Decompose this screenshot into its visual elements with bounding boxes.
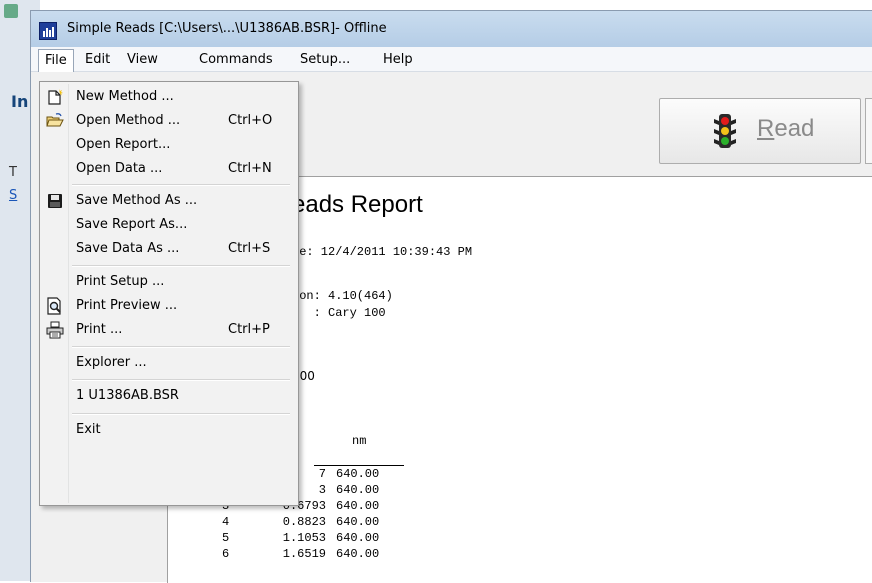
background-app-link[interactable]: S <box>9 188 17 203</box>
row-index: 5 <box>222 531 230 545</box>
menu-item-print-setup[interactable]: Print Setup ... <box>42 271 296 293</box>
new-document-icon <box>48 89 63 105</box>
menu-file[interactable]: File <box>38 49 74 72</box>
menu-separator <box>72 184 290 186</box>
background-app-text: T <box>9 165 17 180</box>
menu-item-open-report[interactable]: Open Report... <box>42 134 296 156</box>
menu-bar: File Edit View Commands Setup... Help <box>31 47 872 72</box>
menu-item-print-preview[interactable]: Print Preview ... <box>42 295 296 317</box>
menu-separator <box>72 413 290 415</box>
menu-item-explorer[interactable]: Explorer ... <box>42 352 296 374</box>
row-index: 6 <box>222 547 230 561</box>
print-preview-icon <box>47 297 61 315</box>
menu-item-save-report-as[interactable]: Save Report As... <box>42 214 296 236</box>
menu-separator <box>72 265 290 267</box>
table-header-rule <box>314 465 404 466</box>
read-button[interactable]: Read <box>659 98 861 164</box>
report-instrument: : Cary 100 <box>292 306 386 320</box>
row-wavelength: 640.00 <box>336 499 380 513</box>
menu-edit[interactable]: Edit <box>79 51 116 69</box>
row-absorbance: 0.8823 <box>282 515 326 529</box>
background-app-heading: In <box>11 92 29 111</box>
menu-item-print[interactable]: Print ... Ctrl+P <box>42 319 296 341</box>
menu-view[interactable]: View <box>121 51 164 69</box>
row-absorbance: 1.1053 <box>282 531 326 545</box>
save-disk-icon <box>48 194 62 208</box>
open-folder-icon <box>46 113 64 127</box>
menu-item-recent-file[interactable]: 1 U1386AB.BSR <box>42 385 296 407</box>
report-title: eads Report <box>292 191 423 218</box>
window-title: Simple Reads [C:\Users\...\U1386AB.BSR]-… <box>67 21 387 36</box>
menu-item-save-data-as[interactable]: Save Data As ... Ctrl+S <box>42 238 296 260</box>
menu-separator <box>72 346 290 348</box>
menu-commands[interactable]: Commands <box>193 51 279 69</box>
column-header-nm: nm <box>352 434 367 448</box>
row-wavelength: 640.00 <box>336 467 380 481</box>
menu-separator <box>72 379 290 381</box>
report-datetime: me: 12/4/2011 10:39:43 PM <box>292 245 473 259</box>
menu-setup[interactable]: Setup... <box>294 51 356 69</box>
file-menu-dropdown: New Method ... Open Method ... Ctrl+O Op… <box>39 81 299 506</box>
menu-item-save-method-as[interactable]: Save Method As ... <box>42 190 296 212</box>
row-wavelength: 640.00 <box>336 531 380 545</box>
menu-help[interactable]: Help <box>377 51 419 69</box>
printer-icon <box>46 321 64 339</box>
app-icon <box>39 22 57 40</box>
title-bar[interactable]: Simple Reads [C:\Users\...\U1386AB.BSR]-… <box>31 11 872 47</box>
next-toolbar-button[interactable] <box>865 98 872 164</box>
menu-item-open-data[interactable]: Open Data ... Ctrl+N <box>42 158 296 180</box>
row-wavelength: 640.00 <box>336 547 380 561</box>
row-absorbance: 1.6519 <box>282 547 326 561</box>
traffic-light-icon <box>714 114 736 148</box>
row-wavelength: 640.00 <box>336 515 380 529</box>
menu-item-exit[interactable]: Exit <box>42 419 296 441</box>
row-wavelength: 640.00 <box>336 483 380 497</box>
background-app-icon <box>4 4 18 18</box>
menu-item-new-method[interactable]: New Method ... <box>42 86 296 108</box>
menu-item-open-method[interactable]: Open Method ... Ctrl+O <box>42 110 296 132</box>
report-version: ion: 4.10(464) <box>292 289 393 303</box>
row-index: 4 <box>222 515 230 529</box>
read-button-label: Read <box>757 115 815 142</box>
